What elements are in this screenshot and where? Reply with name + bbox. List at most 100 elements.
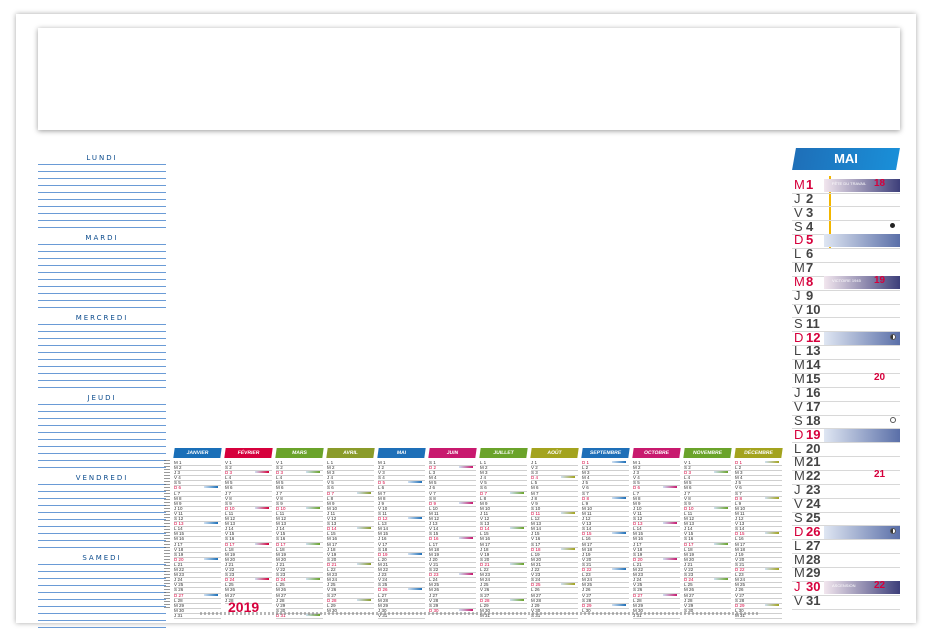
planner-writing-lines[interactable] [38, 244, 166, 310]
month-day-line [735, 465, 782, 467]
day-number: 17 [806, 398, 821, 414]
month-day-line [225, 465, 272, 467]
month-day-line [480, 475, 527, 477]
day-letter: L [794, 343, 802, 359]
day-shade [824, 373, 900, 386]
day-letter: M [794, 274, 805, 290]
day-number: 15 [806, 371, 821, 387]
day-shade [824, 554, 900, 567]
month-column-8: SEPTEMBRE D 1L 2M 3M 4J 5V 6S 7D 8L 9M 10… [581, 448, 630, 618]
week-number: 21 [874, 469, 886, 481]
planner-writing-lines[interactable] [38, 324, 166, 390]
day-number: 30 [806, 579, 821, 595]
month-day-line [633, 490, 680, 492]
planner-day-jeudi: JEUDI [38, 392, 166, 472]
month-column-0: JANVIER M 1M 2J 3V 4S 5D 6L 7M 8M 9J 10 V … [173, 448, 222, 619]
sunday-shade [612, 532, 626, 535]
month-day-line [735, 500, 782, 502]
sunday-shade [765, 496, 779, 499]
sunday-shade [714, 542, 728, 545]
day-letter: M [794, 357, 805, 373]
sunday-shade [204, 486, 218, 489]
month-column-6: JUILLET L 1M 2M 3J 4V 5S 6D 7L 8M 9M 10 J … [479, 448, 528, 619]
day-number: 7 [806, 260, 814, 276]
sunday-shade [459, 608, 473, 611]
day-number: 12 [806, 329, 821, 345]
week-number: 19 [874, 275, 886, 287]
month-day-line [735, 490, 782, 492]
sunday-shade [306, 506, 320, 509]
sunday-shade [204, 593, 218, 596]
day-number: 21 [806, 454, 821, 470]
month-header: FÉVRIER [224, 448, 273, 458]
day-shade [824, 540, 900, 553]
day-shade [824, 318, 900, 331]
planner-day-label: SAMEDI [82, 554, 122, 562]
month-day-line [429, 495, 476, 497]
day-shade [824, 470, 900, 483]
sunday-shade [306, 578, 320, 581]
sunday-shade [612, 568, 626, 571]
planner-day-samedi: SAMEDI [38, 552, 166, 632]
month-column-4: MAI M 1J 2V 3S 4D 5L 6M 7M 8J 9V 10 S 11 D … [377, 448, 426, 619]
month-day-line [633, 475, 680, 477]
month-day-line [582, 480, 629, 482]
day-number: 3 [806, 204, 814, 220]
month-day-line [174, 480, 221, 482]
planner-writing-lines[interactable] [38, 484, 166, 550]
day-letter: M [794, 565, 805, 581]
month-column-5: JUIN S 1D 2L 3M 4M 5J 6V 7S 8D 9L 10 M 11 M… [428, 448, 477, 618]
day-shade [824, 387, 900, 400]
planner-writing-lines[interactable] [38, 164, 166, 230]
day-shade [824, 401, 900, 414]
month-header: MARS [275, 448, 324, 458]
planner-writing-lines[interactable] [38, 404, 166, 470]
may-month-header: MAI [792, 148, 900, 170]
sunday-shade [714, 506, 728, 509]
planner-day-label: LUNDI [86, 154, 118, 162]
sunday-shade [408, 588, 422, 591]
sunday-shade [612, 461, 626, 463]
day-shade [824, 207, 900, 220]
day-letter: J [794, 579, 801, 595]
month-day-line [633, 480, 680, 482]
day-number: 1 [806, 177, 814, 192]
month-day-line [327, 475, 374, 477]
month-day-line [582, 485, 629, 487]
planner-day-label: JEUDI [87, 394, 117, 402]
year-calendar-2019: JANVIER M 1M 2J 3V 4S 5D 6L 7M 8M 9J 10 V … [173, 448, 786, 619]
day-shade [824, 359, 900, 372]
sunday-shade [765, 532, 779, 535]
month-day-line [684, 475, 731, 477]
day-letter: M [794, 468, 805, 484]
day-number: 8 [806, 274, 814, 290]
day-number: 25 [806, 509, 821, 525]
day-shade [824, 567, 900, 580]
month-day-line [684, 465, 731, 467]
day-number: 11 [806, 315, 820, 331]
notes-box[interactable] [38, 28, 900, 130]
sunday-shade [255, 506, 269, 509]
month-day-line [276, 500, 323, 502]
sunday-shade [408, 552, 422, 555]
day-number: 23 [806, 482, 821, 498]
day-letter: J [794, 190, 801, 206]
may-month-title: MAI [834, 151, 858, 166]
month-day-line [633, 618, 680, 619]
month-header: JANVIER [173, 448, 222, 458]
may-day-row[interactable]: V 31 [792, 593, 900, 610]
month-column-10: NOVEMBRE V 1S 2D 3L 4M 5M 6J 7V 8S 9D 10 L… [683, 448, 732, 618]
holiday-label: VICTOIRE 1945 [832, 278, 861, 284]
planner-writing-lines[interactable] [38, 564, 166, 630]
day-shade [824, 443, 900, 456]
day-number: 4 [806, 218, 814, 234]
day-number: 31 [806, 593, 821, 609]
month-header: AVRIL [326, 448, 375, 458]
sunday-shade [306, 471, 320, 474]
month-day-line [582, 490, 629, 492]
month-header: AOÛT [530, 448, 579, 458]
weekly-planner: LUNDI MARDI MERCREDI JEUDI VENDREDI SAMEDI [38, 152, 166, 632]
month-day-line [582, 500, 629, 502]
planner-day-label: VENDREDI [75, 474, 129, 482]
month-column-9: OCTOBRE M 1M 2J 3V 4S 5D 6L 7M 8M 9J 10 V … [632, 448, 681, 619]
